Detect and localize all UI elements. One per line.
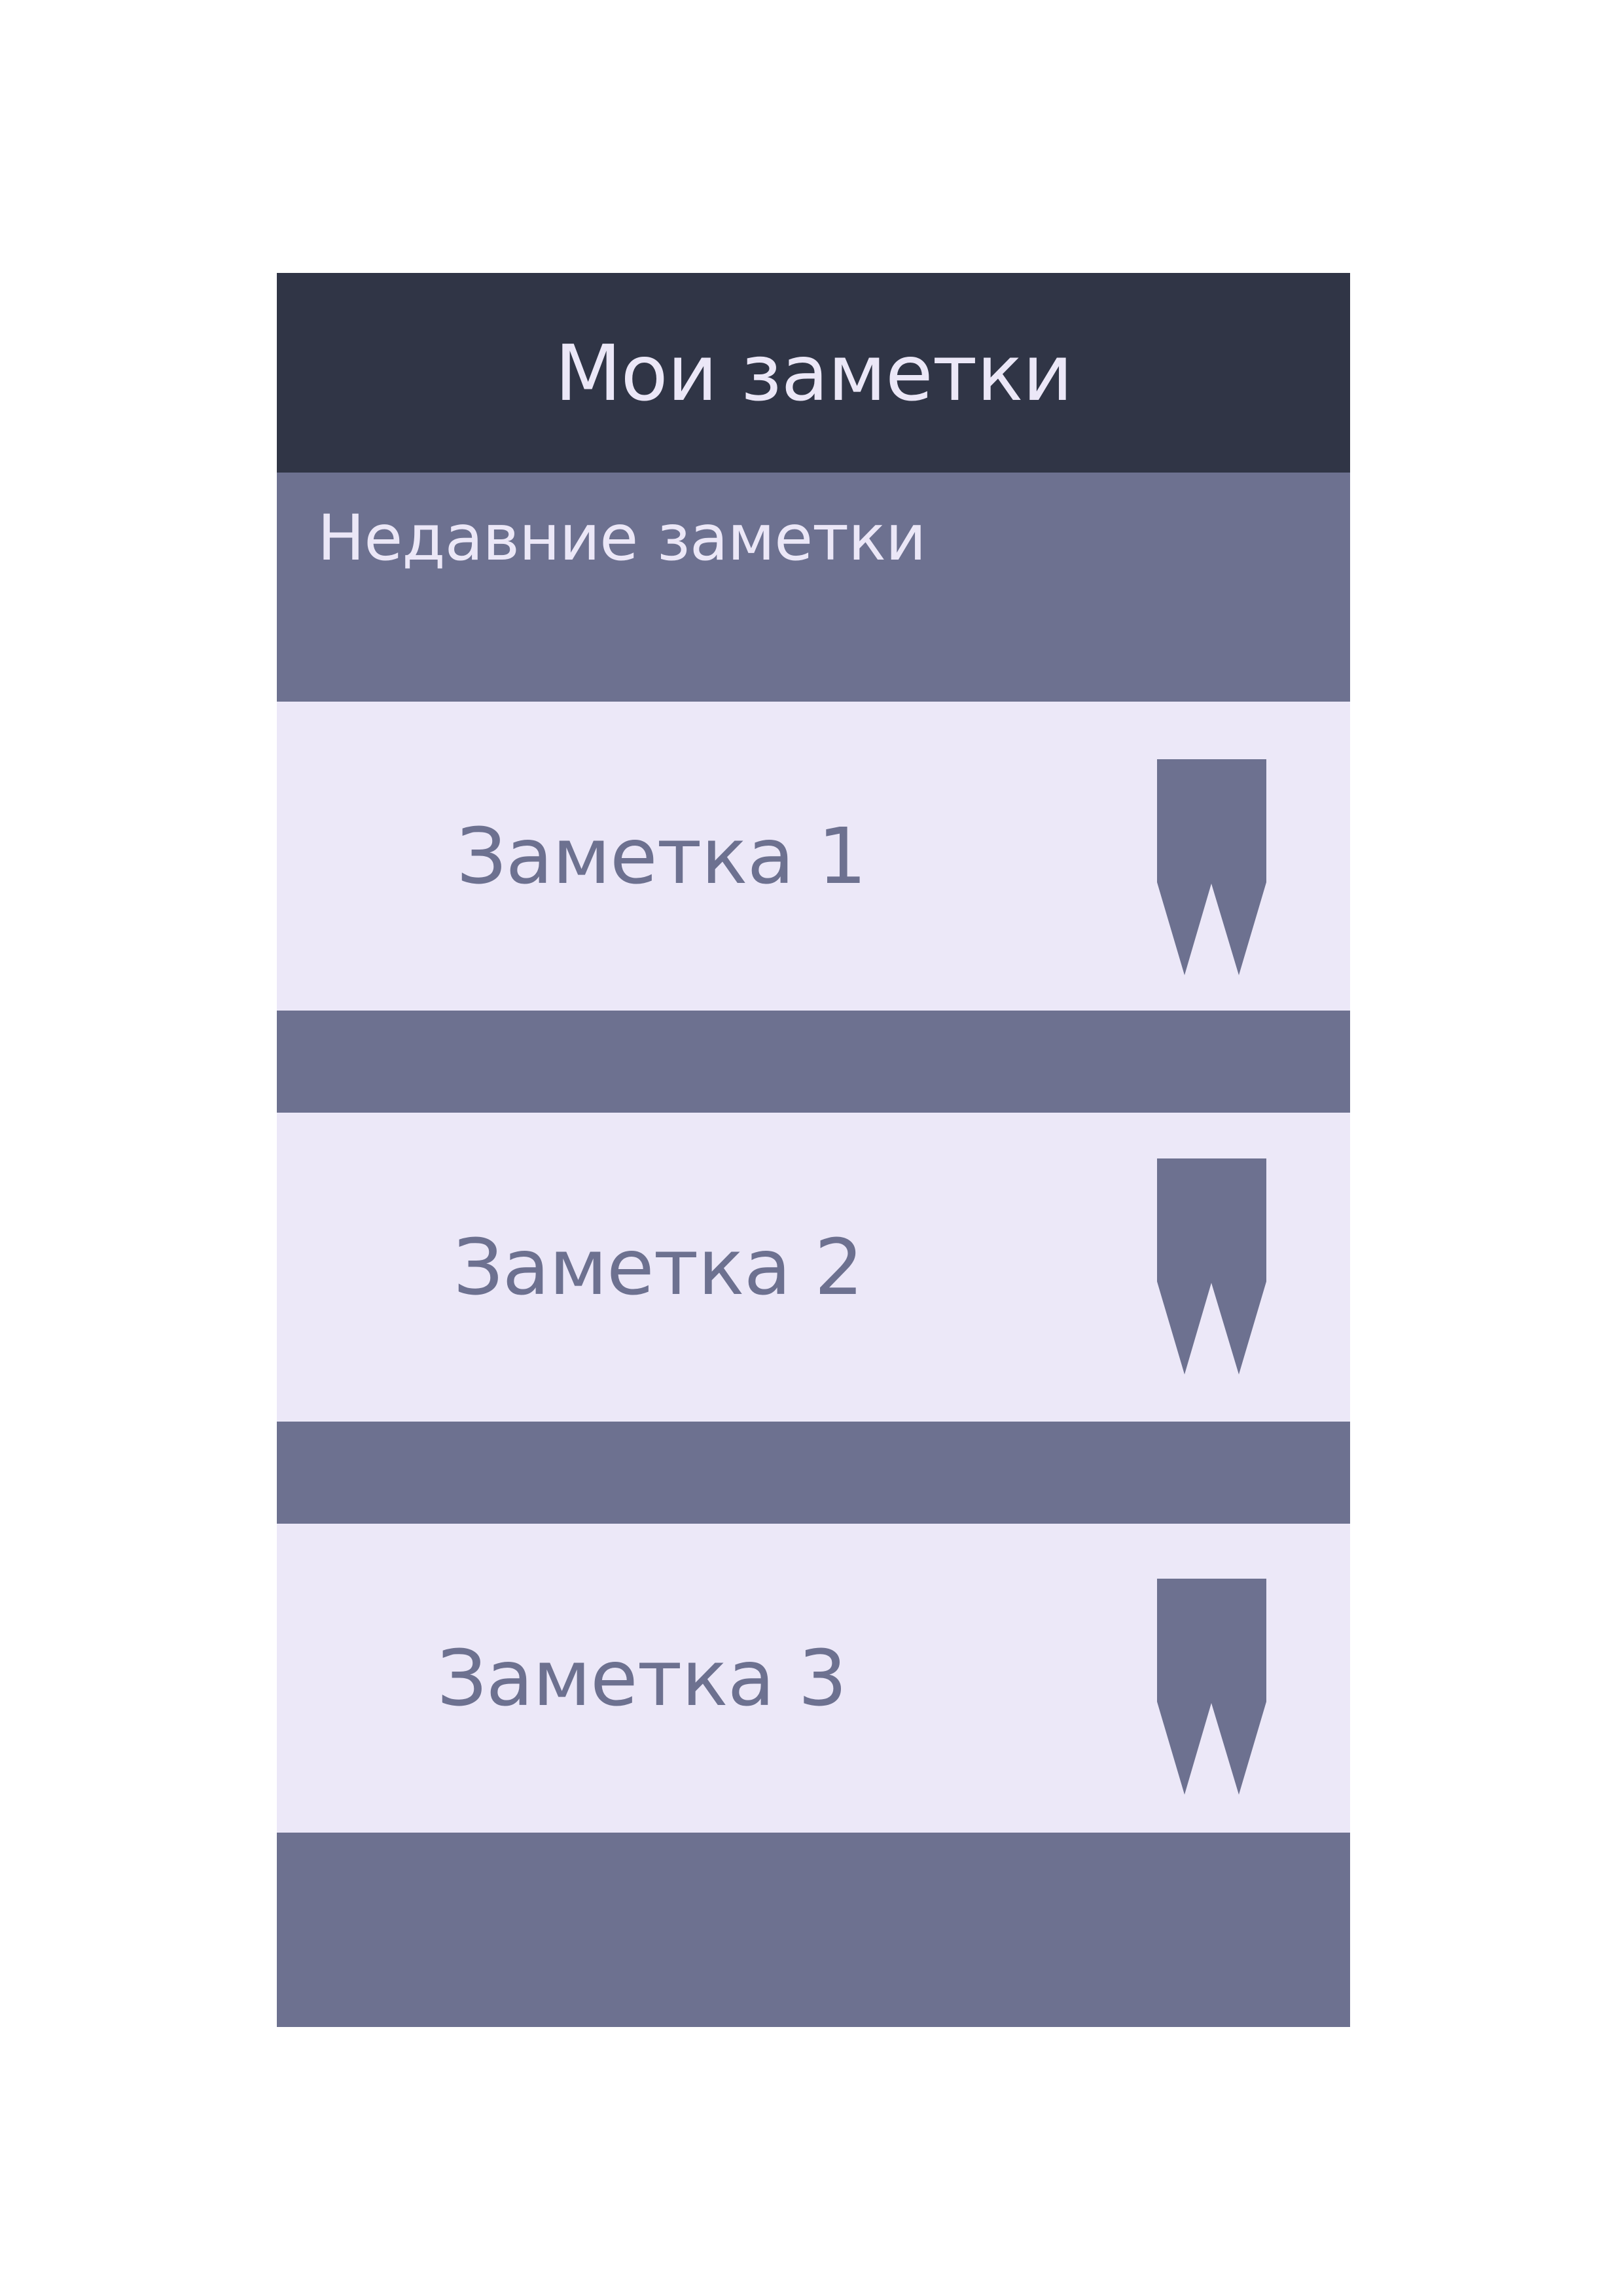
section-title-recent-notes: Недавние заметки (317, 501, 926, 575)
note-item-3[interactable]: Заметка 3 (277, 1524, 1350, 1833)
note-title: Заметка 3 (437, 1633, 847, 1723)
app-header: Мои заметки (277, 273, 1350, 473)
page-title: Мои заметки (554, 327, 1073, 418)
note-item-2[interactable]: Заметка 2 (277, 1113, 1350, 1422)
notes-app-window: Мои заметки Недавние заметки Заметка 1 З… (277, 273, 1350, 2027)
bookmark-icon[interactable] (1157, 1158, 1266, 1374)
note-title: Заметка 1 (457, 811, 866, 901)
note-item-1[interactable]: Заметка 1 (277, 702, 1350, 1011)
bookmark-icon[interactable] (1157, 1579, 1266, 1795)
note-title: Заметка 2 (454, 1222, 863, 1312)
bookmark-icon[interactable] (1157, 759, 1266, 975)
